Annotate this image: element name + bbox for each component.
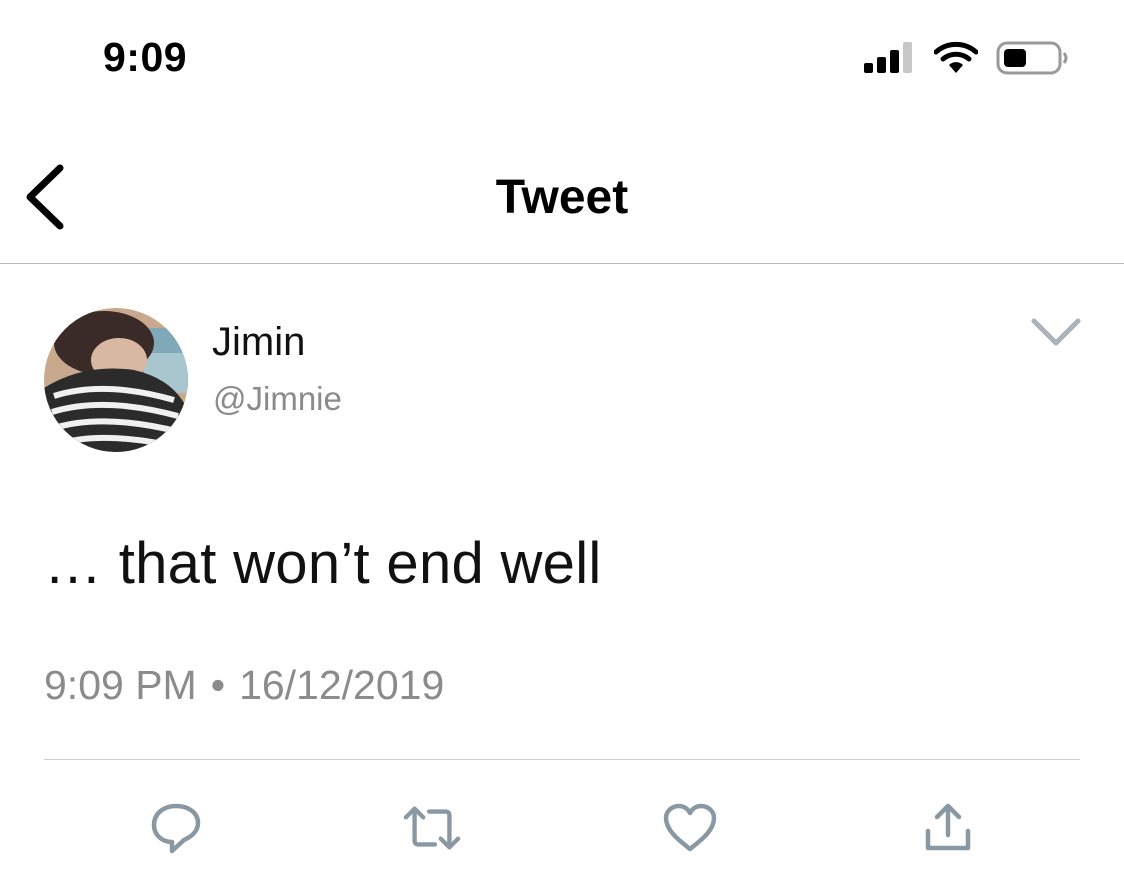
retweet-icon xyxy=(403,806,461,850)
meta-separator: • xyxy=(210,662,226,708)
tweet-time: 9:09 PM xyxy=(44,662,197,708)
reply-icon xyxy=(151,803,201,854)
cellular-signal-icon xyxy=(864,41,916,75)
tweet-text: … that won’t end well xyxy=(44,531,602,596)
retweet-button[interactable] xyxy=(402,798,462,858)
header-divider xyxy=(0,263,1124,264)
actions-divider xyxy=(44,759,1080,760)
page-title: Tweet xyxy=(495,171,629,224)
more-options-button[interactable] xyxy=(1030,315,1082,349)
status-time: 9:09 xyxy=(103,34,188,80)
author-handle[interactable]: @Jimnie xyxy=(213,380,342,418)
share-icon xyxy=(925,803,971,851)
avatar[interactable] xyxy=(44,308,188,452)
tweet-date: 16/12/2019 xyxy=(239,662,445,708)
tweet-detail-screen: 9:09 Tweet Jimin @Jimnie … that won’t en… xyxy=(0,0,1124,872)
reply-button[interactable] xyxy=(146,798,206,858)
battery-icon xyxy=(996,40,1070,76)
author-name[interactable]: Jimin xyxy=(212,320,305,365)
share-button[interactable] xyxy=(918,798,978,858)
wifi-icon xyxy=(934,41,978,75)
tweet-timestamp: 9:09 PM • 16/12/2019 xyxy=(44,662,444,709)
avatar-photo xyxy=(44,308,188,452)
chevron-down-icon xyxy=(1031,318,1081,346)
like-button[interactable] xyxy=(660,798,720,858)
status-icons xyxy=(864,40,1070,76)
heart-icon xyxy=(663,803,717,852)
